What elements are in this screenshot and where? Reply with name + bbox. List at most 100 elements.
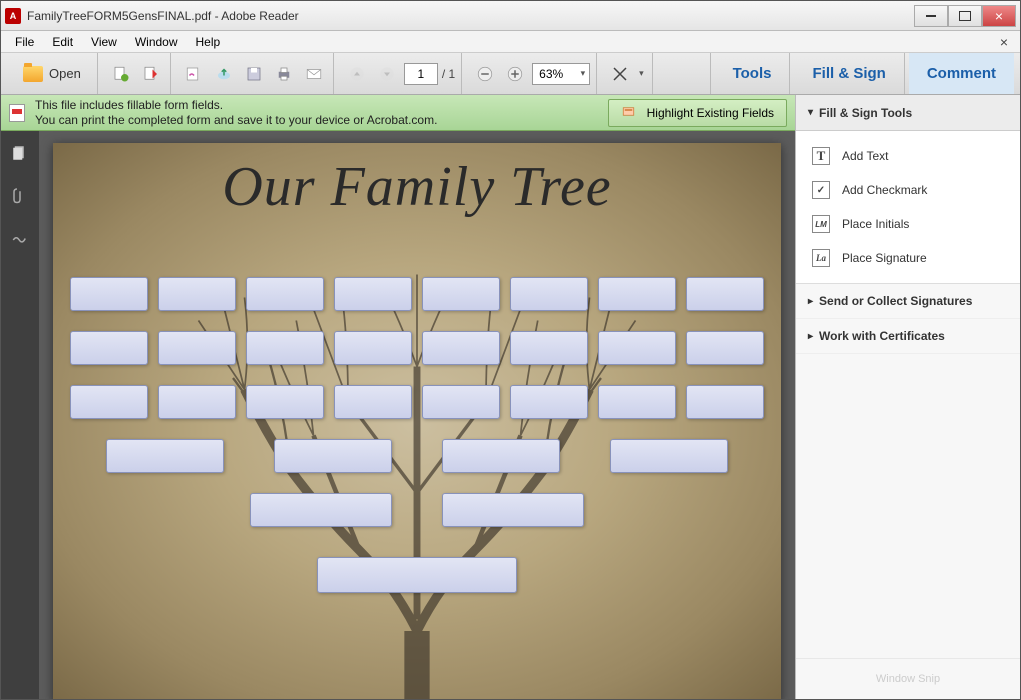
form-field[interactable]	[610, 439, 728, 473]
attachments-icon[interactable]	[8, 183, 32, 207]
save-icon[interactable]	[241, 61, 267, 87]
form-field[interactable]	[158, 331, 236, 365]
form-field[interactable]	[510, 277, 588, 311]
generation-row-4	[67, 385, 767, 419]
form-field[interactable]	[158, 385, 236, 419]
titlebar: A FamilyTreeFORM5GensFINAL.pdf - Adobe R…	[1, 1, 1020, 31]
text-icon: T	[812, 147, 830, 165]
window-title: FamilyTreeFORM5GensFINAL.pdf - Adobe Rea…	[27, 9, 914, 23]
form-field[interactable]	[246, 385, 324, 419]
form-field[interactable]	[246, 277, 324, 311]
form-field[interactable]	[686, 331, 764, 365]
generation-row-5b	[67, 331, 767, 365]
thumbnails-icon[interactable]	[8, 141, 32, 165]
form-field[interactable]	[334, 277, 412, 311]
form-field[interactable]	[442, 493, 584, 527]
formbar-row: This file includes fillable form fields.…	[1, 95, 1020, 131]
zoom-select[interactable]: 63%	[532, 63, 590, 85]
page-down-icon[interactable]	[374, 61, 400, 87]
menu-edit[interactable]: Edit	[44, 33, 81, 51]
menubar: File Edit View Window Help ×	[1, 31, 1020, 53]
work-with-certificates[interactable]: Work with Certificates	[796, 319, 1020, 354]
form-field[interactable]	[334, 385, 412, 419]
form-field[interactable]	[158, 277, 236, 311]
comment-tab[interactable]: Comment	[909, 53, 1014, 94]
menu-window[interactable]: Window	[127, 33, 186, 51]
right-panel: T Add Text ✓ Add Checkmark LM Place Init…	[795, 131, 1020, 699]
minimize-button[interactable]	[914, 5, 948, 27]
form-field[interactable]	[274, 439, 392, 473]
form-field[interactable]	[317, 557, 517, 593]
form-field[interactable]	[598, 277, 676, 311]
form-field[interactable]	[686, 385, 764, 419]
generation-row-5	[67, 277, 767, 311]
form-field[interactable]	[686, 277, 764, 311]
sign-icon[interactable]	[181, 61, 207, 87]
zoom-out-icon[interactable]	[472, 61, 498, 87]
read-mode-icon[interactable]	[607, 61, 633, 87]
generation-row-1	[67, 557, 767, 593]
form-field[interactable]	[70, 331, 148, 365]
form-field[interactable]	[70, 385, 148, 419]
folder-icon	[23, 66, 43, 82]
highlight-icon	[621, 104, 639, 122]
place-initials-tool[interactable]: LM Place Initials	[796, 207, 1020, 241]
window-controls	[914, 5, 1016, 27]
form-field[interactable]	[510, 385, 588, 419]
initials-icon: LM	[812, 215, 830, 233]
email-icon[interactable]	[301, 61, 327, 87]
form-field[interactable]	[510, 331, 588, 365]
form-fields-bar: This file includes fillable form fields.…	[1, 95, 795, 131]
document-area[interactable]: Our Family Tree	[39, 131, 795, 699]
window-snip-label: Window Snip	[796, 658, 1020, 699]
signatures-icon[interactable]	[8, 225, 32, 249]
app-icon: A	[5, 8, 21, 24]
signature-icon: La	[812, 249, 830, 267]
form-field[interactable]	[598, 331, 676, 365]
send-collect-signatures[interactable]: Send or Collect Signatures	[796, 284, 1020, 319]
dropdown-icon[interactable]: ▾	[637, 68, 646, 79]
fill-sign-tools-list: T Add Text ✓ Add Checkmark LM Place Init…	[796, 131, 1020, 284]
toolbar: Open / 1 63% ▾ Tools	[1, 53, 1020, 95]
generation-row-3	[67, 439, 767, 473]
form-field[interactable]	[106, 439, 224, 473]
page-up-icon[interactable]	[344, 61, 370, 87]
form-field[interactable]	[422, 385, 500, 419]
open-button[interactable]: Open	[13, 61, 91, 87]
form-field[interactable]	[246, 331, 324, 365]
page-total: / 1	[442, 67, 455, 81]
add-checkmark-tool[interactable]: ✓ Add Checkmark	[796, 173, 1020, 207]
menu-help[interactable]: Help	[188, 33, 229, 51]
generation-row-2	[67, 493, 767, 527]
fill-sign-tab[interactable]: Fill & Sign	[794, 53, 904, 94]
print-icon[interactable]	[271, 61, 297, 87]
create-pdf-icon[interactable]	[108, 61, 134, 87]
add-text-tool[interactable]: T Add Text	[796, 139, 1020, 173]
close-button[interactable]	[982, 5, 1016, 27]
fill-sign-tools-header[interactable]: Fill & Sign Tools	[796, 95, 1020, 131]
form-field[interactable]	[442, 439, 560, 473]
form-message: This file includes fillable form fields.…	[35, 98, 437, 127]
convert-pdf-icon[interactable]	[138, 61, 164, 87]
form-fields-container	[53, 277, 781, 593]
menu-file[interactable]: File	[7, 33, 42, 51]
page-number-input[interactable]	[404, 63, 438, 85]
form-field[interactable]	[70, 277, 148, 311]
body: Our Family Tree	[1, 131, 1020, 699]
cloud-save-icon[interactable]	[211, 61, 237, 87]
left-sidebar	[1, 131, 39, 699]
tools-tab[interactable]: Tools	[715, 53, 791, 94]
menu-view[interactable]: View	[83, 33, 125, 51]
highlight-fields-button[interactable]: Highlight Existing Fields	[608, 99, 787, 127]
form-field[interactable]	[250, 493, 392, 527]
form-field[interactable]	[598, 385, 676, 419]
document-close-button[interactable]: ×	[994, 34, 1014, 50]
form-field[interactable]	[334, 331, 412, 365]
place-signature-tool[interactable]: La Place Signature	[796, 241, 1020, 275]
form-field[interactable]	[422, 277, 500, 311]
maximize-button[interactable]	[948, 5, 982, 27]
document-title: Our Family Tree	[53, 143, 781, 219]
zoom-in-icon[interactable]	[502, 61, 528, 87]
pdf-form-icon	[9, 104, 25, 122]
form-field[interactable]	[422, 331, 500, 365]
